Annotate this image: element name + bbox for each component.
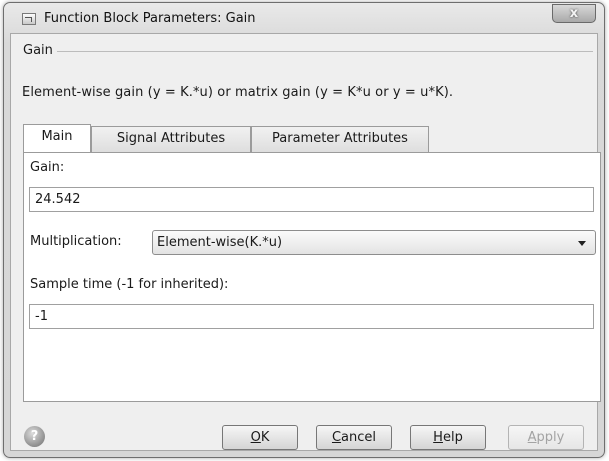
multiplication-select[interactable]: Element-wise(K.*u) — [152, 230, 596, 255]
cancel-button[interactable]: Cancel — [316, 425, 392, 450]
help-button[interactable]: Help — [410, 425, 486, 450]
dialog-window: Function Block Parameters: Gain x Gain E… — [3, 2, 605, 458]
apply-label: pply — [536, 430, 565, 445]
cancel-label: ancel — [341, 430, 377, 445]
group-title: Gain — [23, 43, 53, 58]
question-mark-icon[interactable]: ? — [24, 426, 45, 447]
apply-button[interactable]: Apply — [508, 425, 584, 450]
cancel-mnemonic: C — [331, 430, 342, 445]
ok-label: K — [260, 430, 270, 445]
window-title: Function Block Parameters: Gain — [44, 11, 256, 26]
help-label: elp — [442, 430, 463, 445]
ok-mnemonic: O — [250, 430, 261, 445]
tab-main[interactable]: Main — [23, 124, 91, 152]
sample-time-input[interactable]: -1 — [29, 304, 594, 329]
title-bar[interactable]: Function Block Parameters: Gain x — [4, 3, 604, 33]
gain-label: Gain: — [30, 160, 65, 175]
apply-mnemonic: A — [527, 430, 537, 445]
sample-time-label: Sample time (-1 for inherited): — [30, 277, 229, 292]
tab-signal-attributes[interactable]: Signal Attributes — [91, 126, 251, 152]
app-icon — [22, 13, 36, 25]
ok-button[interactable]: OK — [222, 425, 298, 450]
main-tab-panel: Gain: 24.542 Multiplication: Element-wis… — [23, 152, 601, 402]
multiplication-value: Element-wise(K.*u) — [157, 235, 283, 250]
tab-parameter-attributes[interactable]: Parameter Attributes — [251, 126, 429, 152]
chevron-down-icon[interactable] — [578, 241, 586, 246]
close-button[interactable]: x — [552, 4, 596, 23]
dialog-body: Gain Element-wise gain (y = K.*u) or mat… — [10, 33, 601, 451]
help-mnemonic: H — [433, 430, 443, 445]
block-description: Element-wise gain (y = K.*u) or matrix g… — [22, 85, 454, 100]
gain-input[interactable]: 24.542 — [29, 187, 594, 212]
group-divider — [57, 51, 593, 52]
multiplication-label: Multiplication: — [30, 234, 122, 249]
